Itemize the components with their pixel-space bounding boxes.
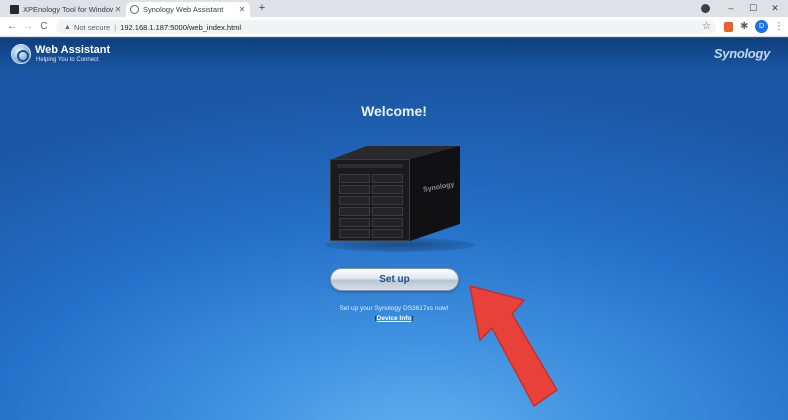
red-pointer-arrow-icon [469,284,559,408]
bookmark-star-icon[interactable]: ☆ [702,20,711,34]
tab-close-icon[interactable]: ✕ [237,5,247,14]
synology-brand-logo: Synology [713,46,770,61]
profile-avatar[interactable]: D [755,20,768,33]
device-info-link[interactable]: Device Info [377,315,412,322]
web-assistant-logo-icon [11,44,31,64]
nas-side-face [410,146,460,241]
drive-bay [372,196,403,205]
maximize-button[interactable]: ☐ [746,1,760,15]
drive-bay [339,207,370,216]
drive-bay [339,185,370,194]
drive-bay [339,218,370,227]
browser-toolbar: ← → C ▲ Not secure | 192.168.1.187:5000/… [0,17,788,37]
tab-favicon-icon [130,5,139,14]
extensions-puzzle-icon[interactable]: ✱ [740,20,748,34]
tab-synology-web-assistant[interactable]: Synology Web Assistant ✕ [126,2,250,17]
setup-button[interactable]: Set up [330,268,459,291]
setup-hint-text: Set up your Synology DS3617xs now! [339,305,449,312]
new-tab-button[interactable]: + [256,2,268,15]
minimize-button[interactable]: – [724,1,738,15]
warning-triangle-icon[interactable]: ▲ [64,24,71,31]
reload-button[interactable]: C [38,20,50,34]
drive-bay [372,207,403,216]
browser-menu-icon[interactable]: ⋮ [774,20,784,34]
tab-favicon-icon [10,5,19,14]
tab-title: XPEnology Tool for Windows x6 [23,5,113,14]
device-info-row: (Device Info) [374,315,414,322]
url-text[interactable]: 192.168.1.187:5000/web_index.html [120,23,241,32]
address-bar[interactable]: ▲ Not secure | 192.168.1.187:5000/web_in… [56,20,716,34]
tab-strip: XPEnology Tool for Windows x6 ✕ Synology… [0,0,788,17]
profile-indicator-icon[interactable] [701,4,710,13]
address-separator: | [114,22,117,32]
close-window-button[interactable]: ✕ [768,1,782,15]
drive-bay [372,185,403,194]
extension-icon[interactable] [724,22,733,32]
drive-bay [339,174,370,183]
forward-button[interactable]: → [22,20,34,34]
drive-bay [372,229,403,238]
welcome-heading: Welcome! [361,103,427,119]
tab-xpenology[interactable]: XPEnology Tool for Windows x6 ✕ [6,2,126,17]
app-header: Web Assistant Helping You to Connect Syn… [0,38,788,74]
drive-bay [372,218,403,227]
app-title: Web Assistant [35,44,111,56]
drive-bay [339,229,370,238]
security-label[interactable]: Not secure [74,23,110,32]
nas-front-face [330,159,410,241]
nas-drive-bays [339,174,403,238]
nas-led-strip [337,164,403,168]
drive-bay [339,196,370,205]
nas-device-image: Synology [330,146,460,241]
tab-close-icon[interactable]: ✕ [113,5,123,14]
app-subtitle: Helping You to Connect [36,57,99,63]
tab-title: Synology Web Assistant [143,5,224,14]
drive-bay [372,174,403,183]
web-assistant-page: Web Assistant Helping You to Connect Syn… [0,38,788,420]
back-button[interactable]: ← [6,20,18,34]
